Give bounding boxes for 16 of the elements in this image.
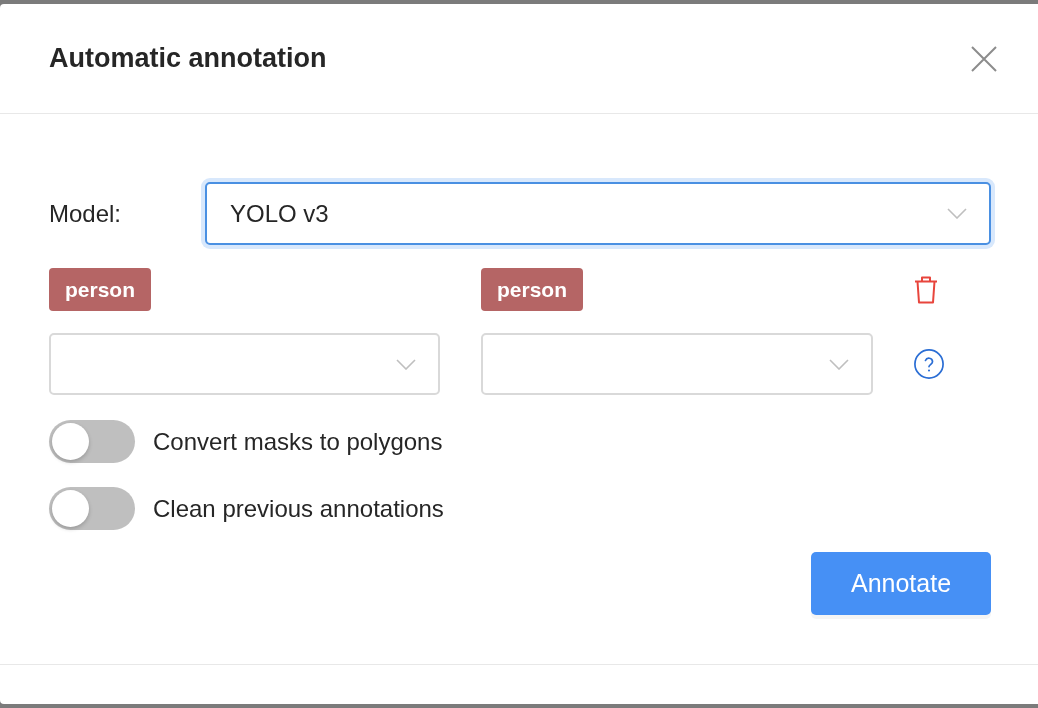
dialog-title: Automatic annotation: [49, 43, 327, 74]
field-label: Model:: [49, 199, 123, 228]
label-tag: person: [49, 268, 151, 311]
label-select[interactable]: [481, 333, 873, 395]
switch-label: Convert masks to polygons: [153, 427, 443, 456]
chevron-down-icon: [829, 358, 849, 370]
toggle-switch[interactable]: [49, 487, 135, 530]
label-tag: person: [481, 268, 583, 311]
chevron-down-icon: [396, 358, 416, 370]
close-icon[interactable]: [971, 45, 997, 72]
label-select[interactable]: [49, 333, 440, 395]
switch-label: Clean previous annotations: [153, 494, 444, 523]
trash-icon[interactable]: [914, 275, 938, 304]
help-icon[interactable]: [914, 349, 944, 379]
chevron-down-icon: [947, 208, 967, 219]
toggle-switch[interactable]: [49, 420, 135, 463]
